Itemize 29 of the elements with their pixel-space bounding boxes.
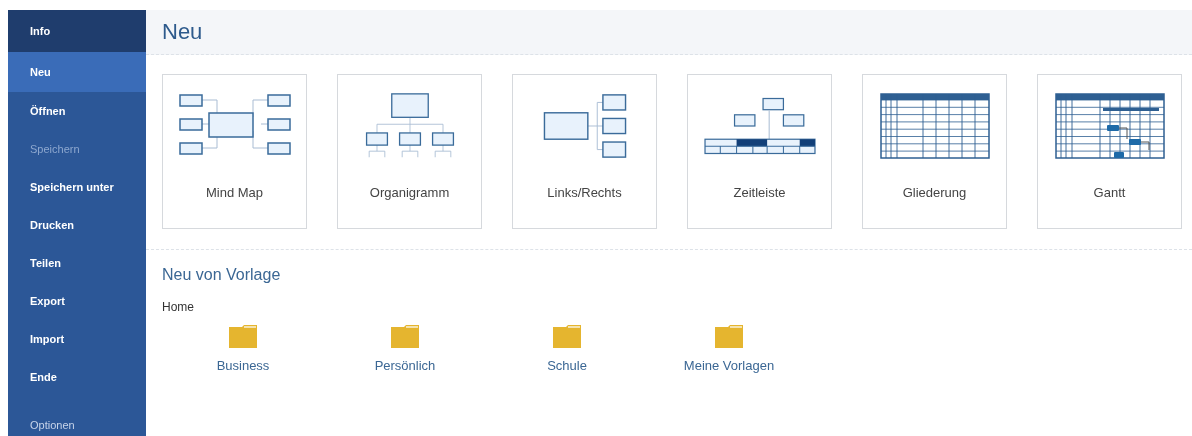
section-title: Neu von Vorlage [162,266,282,284]
folder-item[interactable]: Persönlich [324,324,486,373]
page-title: Neu [162,19,203,45]
sidebar-item[interactable]: Öffnen [8,92,146,130]
folder-icon [229,324,257,348]
sidebar-item[interactable]: Ende [8,358,146,396]
sidebar-item[interactable]: Drucken [8,206,146,244]
template-card[interactable]: Mind Map [162,74,307,229]
folder-icon [391,324,419,348]
folder-icon [715,324,743,348]
folder-item[interactable]: Meine Vorlagen [648,324,810,373]
sidebar-item[interactable]: Optionen [8,414,146,436]
template-card[interactable]: Gantt [1037,74,1182,229]
sidebar-item[interactable]: Neu [8,52,146,92]
sidebar-item[interactable]: Import [8,320,146,358]
template-card[interactable]: Zeitleiste [687,74,832,229]
folder-icon [553,324,581,348]
sidebar-item[interactable]: Info [8,10,146,52]
folder-item[interactable]: Schule [486,324,648,373]
sidebar-item[interactable]: Export [8,282,146,320]
template-card[interactable]: Organigramm [337,74,482,229]
template-card[interactable]: Links/Rechts [512,74,657,229]
template-card[interactable]: Gliederung [862,74,1007,229]
sidebar-item[interactable]: Teilen [8,244,146,282]
location-label: Home [162,300,195,314]
sidebar-item[interactable]: Speichern unter [8,168,146,206]
table-grid-icon [878,93,991,159]
gantt-chart-icon [1053,93,1166,159]
folder-item[interactable]: Business [162,324,324,373]
